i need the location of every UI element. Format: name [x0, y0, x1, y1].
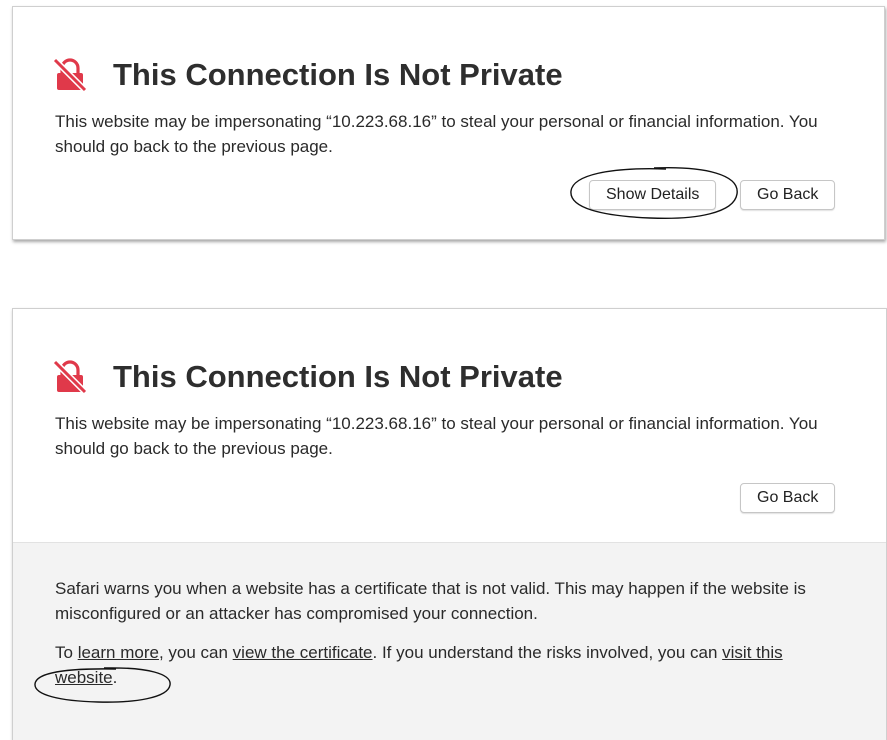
learn-more-link[interactable]: learn more	[78, 643, 159, 662]
not-private-lock-icon	[53, 360, 87, 394]
text-suffix: .	[112, 668, 118, 687]
page-title: This Connection Is Not Private	[113, 57, 563, 92]
show-details-button[interactable]: Show Details	[589, 180, 717, 210]
warning-dialog-collapsed: This Connection Is Not Private This webs…	[12, 6, 885, 240]
go-back-button[interactable]: Go Back	[740, 483, 836, 513]
text-prefix: To	[55, 643, 78, 662]
view-certificate-link[interactable]: view the certificate	[233, 643, 373, 662]
go-back-button[interactable]: Go Back	[740, 180, 836, 210]
text-mid: , you can	[158, 643, 233, 662]
title-row: This Connection Is Not Private	[53, 359, 563, 395]
details-section: Safari warns you when a website has a ce…	[13, 542, 886, 740]
text-mid: . If you understand the risks involved, …	[372, 643, 723, 662]
details-links-paragraph: To learn more, you can view the certific…	[55, 640, 845, 690]
warning-description: This website may be impersonating “10.22…	[55, 112, 818, 156]
warning-description: This website may be impersonating “10.22…	[55, 414, 818, 458]
page-title: This Connection Is Not Private	[113, 359, 563, 394]
warning-dialog-expanded: This Connection Is Not Private This webs…	[12, 308, 887, 740]
not-private-lock-icon	[53, 58, 87, 92]
details-paragraph: Safari warns you when a website has a ce…	[55, 579, 806, 623]
title-row: This Connection Is Not Private	[53, 57, 563, 93]
